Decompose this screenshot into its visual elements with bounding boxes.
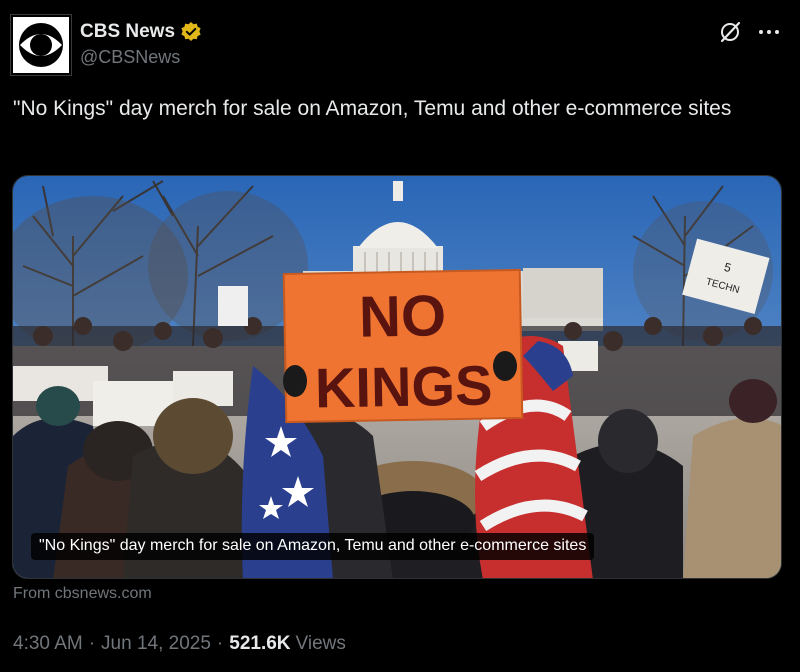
author-handle[interactable]: @CBSNews [80,47,202,68]
media-card[interactable]: 5 TECHN NO KINGS "No Kings" day merch fo… [12,175,782,579]
sign-kings-text: KINGS [314,353,492,419]
grok-icon[interactable] [718,20,742,44]
tweet-meta: 4:30 AM · Jun 14, 2025 · 521.6K Views [13,633,346,655]
name-row: CBS News [80,20,202,44]
separator: · [88,633,96,654]
source-link[interactable]: From cbsnews.com [13,585,152,603]
avatar[interactable] [10,14,72,76]
top-actions [718,20,782,44]
cbs-eye-logo-icon [13,17,69,73]
views-label: Views [295,633,346,654]
views-count[interactable]: 521.6K [229,633,290,655]
sign-no-text: NO [358,283,446,350]
more-options-icon[interactable] [756,20,782,44]
tweet-time[interactable]: 4:30 AM [13,633,83,655]
tweet-page: CBS News @CBSNews "No Kings" day merch f… [0,0,800,672]
author-names: CBS News @CBSNews [80,20,202,68]
tweet-text: "No Kings" day merch for sale on Amazon,… [13,97,732,120]
protest-photo: 5 TECHN NO KINGS [13,176,781,578]
display-name[interactable]: CBS News [80,21,175,43]
separator: · [216,633,224,654]
tweet-date[interactable]: Jun 14, 2025 [101,633,211,655]
tweet-header: CBS News @CBSNews [10,14,202,76]
verified-badge-icon[interactable] [180,21,202,43]
media-caption: "No Kings" day merch for sale on Amazon,… [31,533,595,560]
